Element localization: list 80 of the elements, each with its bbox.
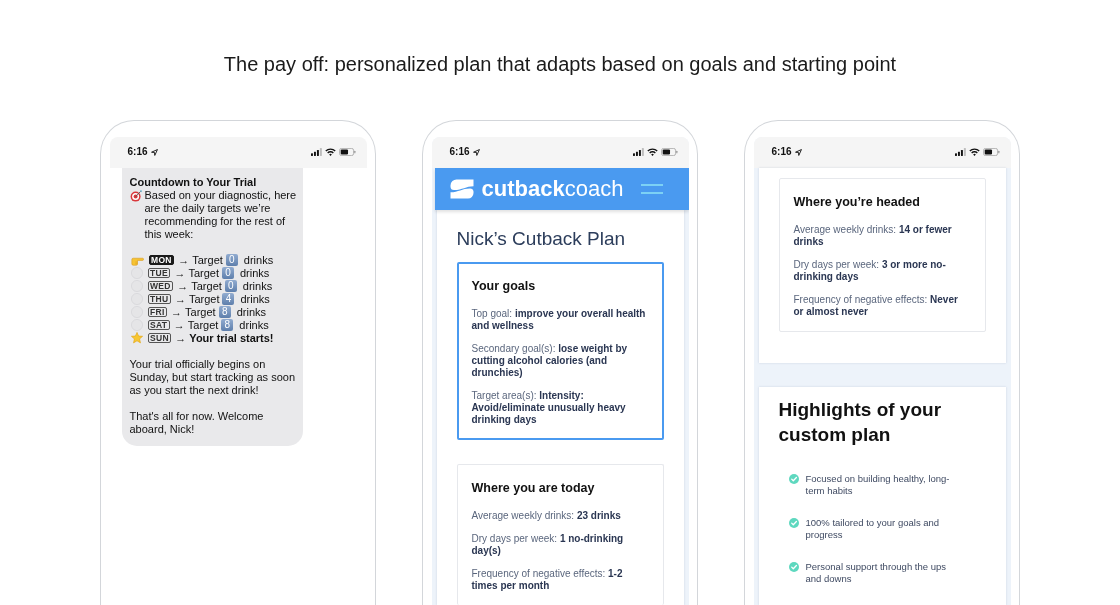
section-title: Highlights of your custom plan <box>778 397 943 447</box>
trial-start-text: Your trial starts! <box>189 331 274 345</box>
unit-label: drinks <box>239 318 269 332</box>
fact-line: Target area(s): Intensity: Avoid/eliminate unusually heavy drinking days <box>471 389 627 426</box>
navigation-arrow-icon <box>472 148 480 156</box>
card-title: Where you are today <box>471 479 596 496</box>
message-title: Countdown to Your Trial <box>129 175 258 189</box>
fact-line: Dry days per week: 3 or more no-drinking days <box>793 258 947 283</box>
day-label: THU <box>147 294 171 304</box>
navigation-arrow-icon <box>794 148 802 156</box>
wifi-icon <box>324 148 336 156</box>
fact-line: Frequency of negative effects: Never or almost never <box>793 293 959 318</box>
dartboard-icon <box>129 189 142 202</box>
circle-icon <box>130 319 143 331</box>
check-circle-icon <box>788 561 799 572</box>
target-label: Target <box>191 279 222 293</box>
message-text: Your trial officially begins on Sunday, but start tracking as soon as you start the next drink! <box>129 357 296 397</box>
plan-title: Nick’s Cutback Plan <box>456 226 627 251</box>
day-label: TUE <box>147 268 171 278</box>
day-label: SUN <box>147 333 172 343</box>
status-time: 6:16 <box>449 146 470 158</box>
unit-label: drinks <box>242 279 273 293</box>
battery-icon <box>982 148 1000 156</box>
card-title: Your goals <box>471 277 537 294</box>
signal-icon <box>632 148 644 156</box>
fact-line: Dry days per week: 1 no-drinking day(s) <box>471 532 625 557</box>
circle-icon <box>130 267 143 279</box>
navigation-arrow-icon <box>150 148 158 156</box>
arrow-symbol: → <box>175 331 187 345</box>
unit-label: drinks <box>236 305 266 319</box>
fact-line: Top goal: improve your overall health and wellness <box>471 307 647 332</box>
battery-icon <box>660 148 678 156</box>
day-label: WED <box>147 281 174 291</box>
fact-line: Average weekly drinks: 14 or fewer drinks <box>793 223 953 248</box>
target-label: Target <box>192 253 223 267</box>
highlight-text: 100% tailored to your goals and progress <box>805 516 941 541</box>
message-text: That's all for now. Welcome aboard, Nick! <box>129 409 265 436</box>
wifi-icon <box>968 148 980 156</box>
check-circle-icon <box>788 517 799 528</box>
highlight-text: Focused on building healthy, long-term habits <box>805 472 951 497</box>
logo-icon <box>449 178 474 199</box>
fact-line: Average weekly drinks: 23 drinks <box>471 509 622 522</box>
status-time: 6:16 <box>127 146 148 158</box>
menu-icon[interactable] <box>640 183 663 194</box>
arrow-symbol: → <box>173 318 185 332</box>
signal-icon <box>310 148 322 156</box>
target-label: Target <box>187 318 219 332</box>
target-label: Target <box>185 305 216 319</box>
highlight-text: Personal support through the ups and downs <box>805 560 947 585</box>
unit-label: drinks <box>240 266 270 280</box>
arrow-symbol: → <box>174 292 186 306</box>
fact-line: Frequency of negative effects: 1-2 times per month <box>471 567 624 592</box>
arrow-symbol: → <box>171 305 183 319</box>
target-label: Target <box>188 292 220 306</box>
arrow-symbol: → <box>178 253 190 267</box>
number-keycap: 8 <box>221 319 234 331</box>
day-label: FRI <box>147 307 168 317</box>
fact-line: Secondary goal(s): lose weight by cutting alcohol calories (and drunchies) <box>471 342 629 379</box>
number-keycap: 8 <box>218 306 231 318</box>
number-keycap: 4 <box>222 293 235 305</box>
page-heading: The pay off: personalized plan that adapts based on goals and starting point <box>223 52 897 76</box>
target-label: Target <box>188 266 219 280</box>
unit-label: drinks <box>243 253 274 267</box>
card-title: Where you’re headed <box>793 193 921 210</box>
arrow-symbol: → <box>177 279 189 293</box>
number-keycap: 0 <box>224 280 237 292</box>
day-label: SAT <box>147 320 170 330</box>
day-label: MON <box>148 255 175 265</box>
wifi-icon <box>646 148 658 156</box>
number-keycap: 0 <box>222 267 234 279</box>
number-keycap: 0 <box>225 254 238 266</box>
check-circle-icon <box>788 473 799 484</box>
signal-icon <box>954 148 966 156</box>
message-text: Based on your diagnostic, here are the daily targets we’re recommending for the rest of this week: <box>144 188 298 241</box>
battery-icon <box>338 148 356 156</box>
logo-text: cutbackcoach <box>481 175 624 202</box>
star-icon <box>130 332 143 344</box>
unit-label: drinks <box>240 292 270 306</box>
status-time: 6:16 <box>771 146 792 158</box>
arrow-symbol: → <box>174 266 186 280</box>
